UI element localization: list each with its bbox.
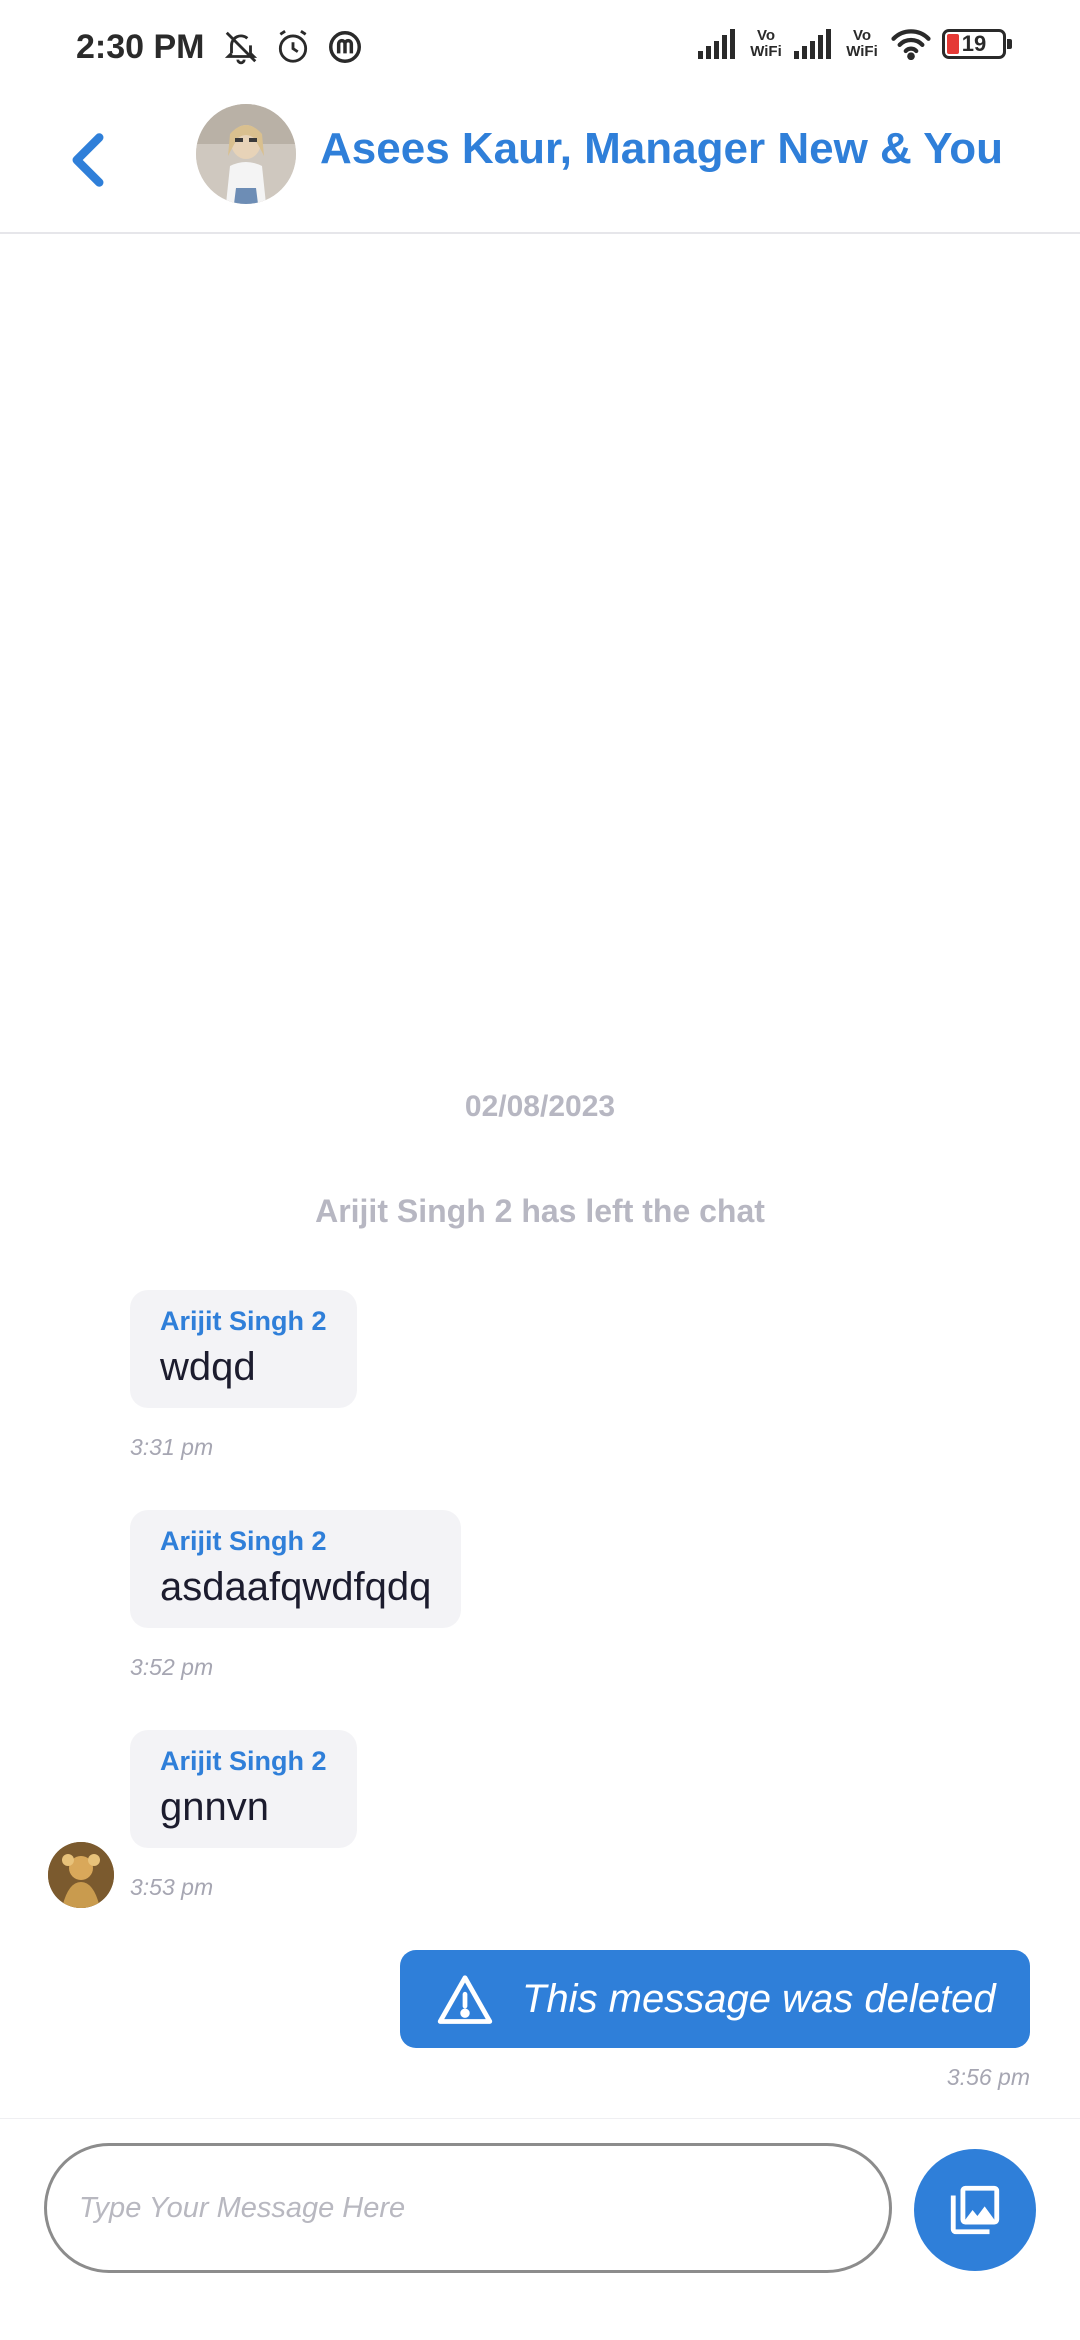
- vowifi-label: Vo WiFi: [846, 27, 878, 60]
- sender-avatar[interactable]: [48, 1842, 114, 1908]
- status-time: 2:30 PM: [76, 28, 205, 66]
- signal-icon: [698, 29, 735, 59]
- avatar-photo: [48, 1842, 114, 1908]
- message-timestamp: 3:53 pm: [130, 1874, 214, 1900]
- avatar-photo: [196, 104, 296, 204]
- message-timestamp: 3:56 pm: [946, 2064, 1030, 2090]
- gallery-button[interactable]: [914, 2149, 1036, 2271]
- gallery-icon: [950, 2185, 1000, 2235]
- sender-name: Arijit Singh 2: [160, 1306, 327, 1336]
- message-bubble[interactable]: Arijit Singh 2 gnnvn: [130, 1730, 357, 1848]
- alarm-icon: [278, 29, 308, 63]
- chat-title[interactable]: Asees Kaur, Manager New & You: [320, 124, 1003, 174]
- bell-off-icon: [224, 31, 258, 65]
- message-bubble[interactable]: Arijit Singh 2 asdaafqwdfqdq: [130, 1510, 462, 1628]
- wifi-icon: [891, 29, 931, 60]
- message-input[interactable]: [44, 2143, 892, 2273]
- app-notification-icon: [329, 31, 361, 63]
- sender-name: Arijit Singh 2: [160, 1526, 327, 1556]
- system-message: Arijit Singh 2 has left the chat: [315, 1193, 765, 1229]
- battery-indicator: 19: [942, 29, 1012, 59]
- message-text: gnnvn: [160, 1785, 269, 1829]
- message-composer: [0, 2118, 1080, 2340]
- message-bubble[interactable]: Arijit Singh 2 wdqd: [130, 1290, 357, 1408]
- warning-icon: [437, 1975, 493, 2024]
- group-avatar[interactable]: [196, 104, 296, 204]
- chevron-left-icon: [72, 133, 104, 187]
- status-bar: 2:30 PM Vo WiFi Vo WiFi 19: [0, 0, 1080, 96]
- message-text: wdqd: [160, 1345, 256, 1389]
- chat-header: Asees Kaur, Manager New & You: [0, 96, 1080, 234]
- signal-icon: [794, 29, 831, 59]
- vowifi-label: Vo WiFi: [750, 27, 782, 60]
- back-button[interactable]: [48, 120, 128, 200]
- status-icons-right: Vo WiFi Vo WiFi 19: [698, 27, 1012, 60]
- message-timestamp: 3:31 pm: [130, 1434, 214, 1460]
- sender-name: Arijit Singh 2: [160, 1746, 327, 1776]
- status-icons-left: [222, 28, 364, 66]
- date-divider: 02/08/2023: [464, 1090, 616, 1123]
- message-timestamp: 3:52 pm: [130, 1654, 214, 1680]
- deleted-message-bubble[interactable]: This message was deleted: [400, 1950, 1030, 2048]
- message-text: asdaafqwdfqdq: [160, 1565, 432, 1609]
- deleted-message-text: This message was deleted: [522, 1976, 996, 2021]
